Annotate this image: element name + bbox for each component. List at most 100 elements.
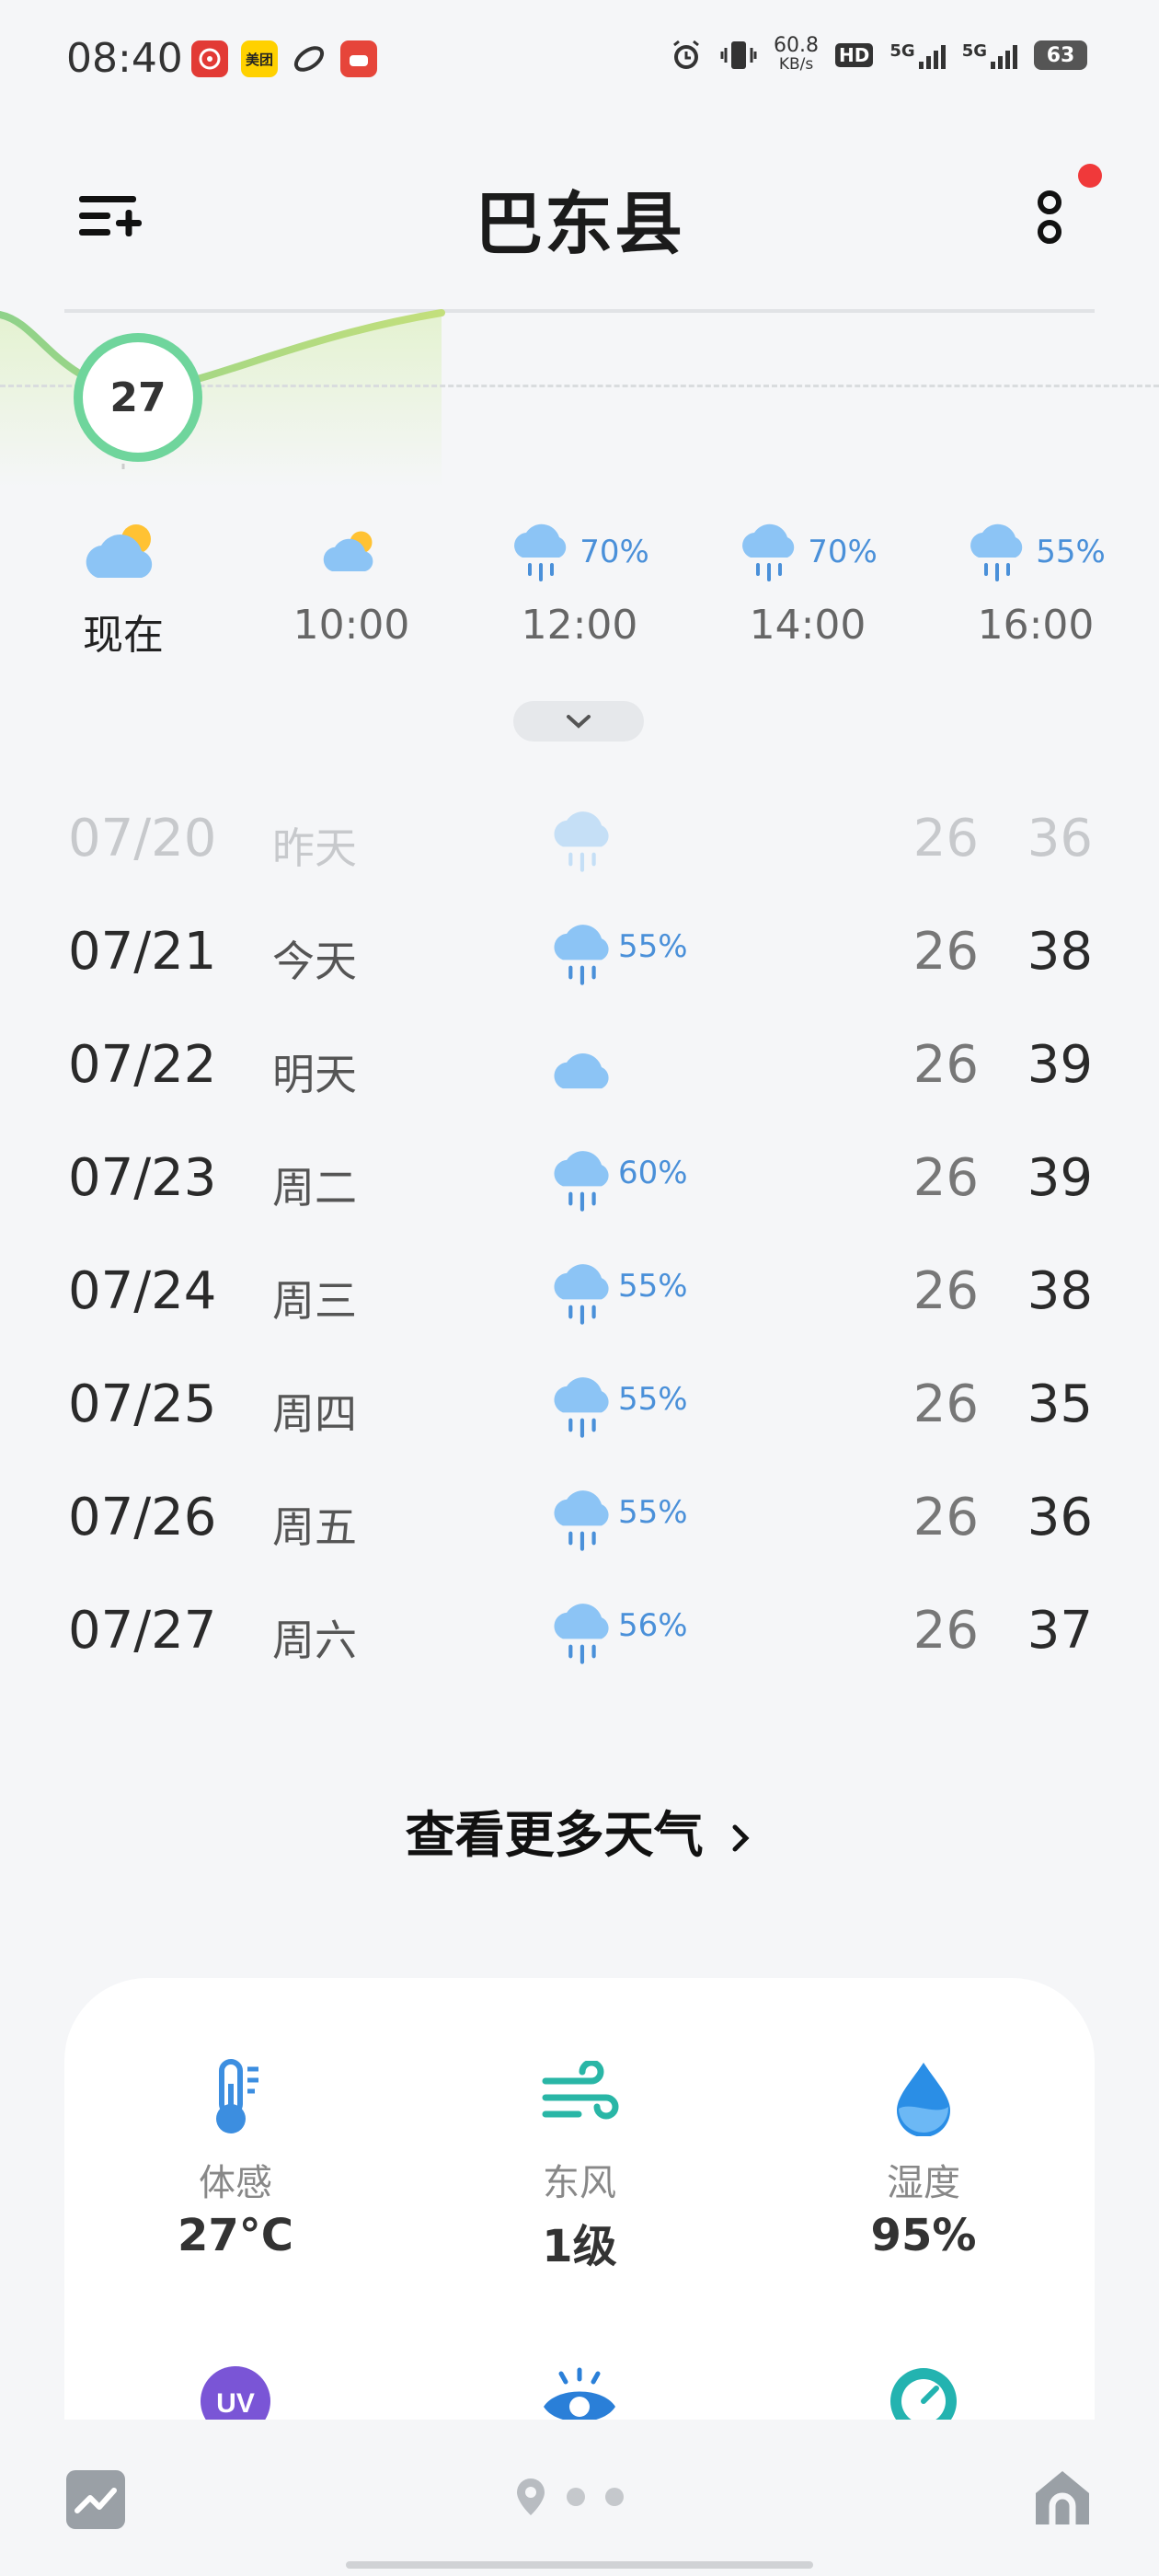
page-dot — [567, 2488, 585, 2506]
chevron-down-icon — [567, 715, 591, 729]
daily-row[interactable]: 07/24 周三 55% 26 38 — [0, 1238, 1159, 1351]
daily-row[interactable]: 07/20 昨天 26 36 — [0, 786, 1159, 899]
visibility-item[interactable] — [442, 2355, 717, 2420]
signal-bars-icon — [918, 41, 946, 69]
low-temp: 26 — [912, 1261, 979, 1321]
day-date: 07/23 — [68, 1148, 217, 1208]
more-vertical-icon — [1038, 190, 1061, 244]
partly-cloudy-icon — [259, 515, 443, 589]
day-date: 07/25 — [68, 1374, 217, 1434]
meituan-label: 美团 — [245, 51, 273, 68]
pressure-gauge-icon — [890, 2368, 957, 2420]
hour-label: 16:00 — [977, 602, 1095, 649]
expand-hourly-button[interactable] — [513, 701, 644, 742]
hour-item: 70% 14:00 — [716, 515, 900, 649]
high-temp: 38 — [1027, 1261, 1093, 1321]
more-options-button[interactable] — [1017, 182, 1082, 256]
day-name: 周二 — [272, 1163, 357, 1213]
high-temp: 35 — [1027, 1374, 1093, 1434]
wind-label: 东风 — [543, 2162, 616, 2204]
day-name: 周四 — [272, 1389, 357, 1439]
trend-icon — [75, 2488, 117, 2513]
high-temp: 36 — [1027, 809, 1093, 868]
hour-item: 10:00 — [259, 515, 443, 649]
signal-bars-icon — [991, 41, 1017, 69]
wind-value: 1级 — [542, 2221, 617, 2272]
partly-cloudy-icon — [31, 515, 215, 589]
hd-badge: HD — [835, 43, 874, 67]
meituan-icon: 美团 — [241, 40, 278, 77]
feels-like-label: 体感 — [199, 2162, 272, 2204]
rain-icon — [742, 523, 795, 581]
location-pin-icon — [517, 2478, 545, 2515]
home-button[interactable] — [1030, 2466, 1095, 2530]
low-temp: 26 — [912, 1374, 979, 1434]
alarm-icon — [673, 40, 699, 69]
browser-icon — [291, 40, 327, 77]
humidity-value: 95% — [870, 2210, 977, 2261]
high-temp: 38 — [1027, 922, 1093, 982]
network-speed-value: 60.8 — [774, 34, 820, 57]
pressure-item[interactable] — [786, 2355, 1061, 2420]
day-name: 周六 — [272, 1616, 357, 1665]
sim1-network-type: 5G — [889, 41, 915, 61]
precip-chance: 70% — [808, 534, 878, 570]
city-title: 巴东县 — [475, 185, 684, 264]
uv-index-icon: UV — [201, 2366, 270, 2420]
high-temp: 37 — [1027, 1601, 1093, 1661]
day-date: 07/24 — [68, 1261, 217, 1321]
humidity-label: 湿度 — [887, 2162, 960, 2204]
uv-badge-text: UV — [216, 2388, 255, 2419]
signal-2: 5G — [962, 41, 1017, 69]
day-date: 07/22 — [68, 1035, 217, 1095]
precip-chance: 56% — [618, 1607, 688, 1644]
day-name: 明天 — [272, 1050, 357, 1099]
precip-chance: 55% — [618, 1381, 688, 1418]
more-weather-link[interactable]: 查看更多天气 — [0, 1794, 1159, 1867]
notification-dot — [1078, 164, 1102, 188]
rain-icon — [970, 523, 1023, 581]
precip-chance: 55% — [618, 928, 688, 965]
high-temp: 36 — [1027, 1488, 1093, 1547]
low-temp: 26 — [912, 1488, 979, 1547]
low-temp: 26 — [912, 1601, 979, 1661]
rain-icon — [554, 1377, 609, 1438]
hour-label: 现在 — [83, 612, 164, 659]
daily-row[interactable]: 07/25 周四 55% 26 35 — [0, 1351, 1159, 1465]
daily-row[interactable]: 07/26 周五 55% 26 36 — [0, 1465, 1159, 1578]
precip-chance: 55% — [1036, 534, 1106, 570]
humidity-item[interactable]: 湿度 95% — [786, 2052, 1061, 2261]
trend-chart-button[interactable] — [66, 2470, 125, 2529]
network-speed-unit: KB/s — [778, 55, 814, 74]
signal-1: 5G — [889, 41, 946, 69]
daily-row[interactable]: 07/22 明天 26 39 — [0, 1012, 1159, 1125]
daily-row[interactable]: 07/21 今天 55% 26 38 — [0, 899, 1159, 1012]
precip-chance: 55% — [618, 1494, 688, 1531]
day-date: 07/26 — [68, 1488, 217, 1547]
page-dot — [605, 2488, 624, 2506]
rain-icon — [554, 925, 609, 985]
day-name: 今天 — [272, 937, 357, 986]
wind-item[interactable]: 东风 1级 — [442, 2052, 717, 2274]
hour-label: 14:00 — [749, 602, 866, 649]
status-time: 08:40 — [66, 35, 183, 82]
hour-label: 12:00 — [521, 602, 638, 649]
uv-item[interactable]: UV — [98, 2355, 373, 2420]
status-indicators: 60.8 KB/s HD 5G 5G 63 — [669, 34, 1087, 74]
day-name: 周五 — [272, 1502, 357, 1552]
day-date: 07/27 — [68, 1601, 217, 1661]
low-temp: 26 — [912, 1148, 979, 1208]
gesture-bar[interactable] — [346, 2561, 813, 2569]
water-drop-icon — [897, 2063, 950, 2136]
more-weather-label: 查看更多天气 — [405, 1806, 704, 1864]
daily-row[interactable]: 07/23 周二 60% 26 39 — [0, 1125, 1159, 1238]
current-temperature-marker: 27 — [74, 333, 202, 462]
feels-like-item[interactable]: 体感 27°C — [98, 2052, 373, 2261]
hour-item-now: 现在 — [31, 515, 215, 661]
sim2-network-type: 5G — [961, 41, 987, 61]
hour-item: 70% 12:00 — [488, 515, 671, 649]
daily-row[interactable]: 07/27 周六 56% 26 37 — [0, 1578, 1159, 1691]
wind-icon — [542, 2061, 619, 2120]
high-temp: 39 — [1027, 1035, 1093, 1095]
rain-icon — [514, 523, 567, 581]
